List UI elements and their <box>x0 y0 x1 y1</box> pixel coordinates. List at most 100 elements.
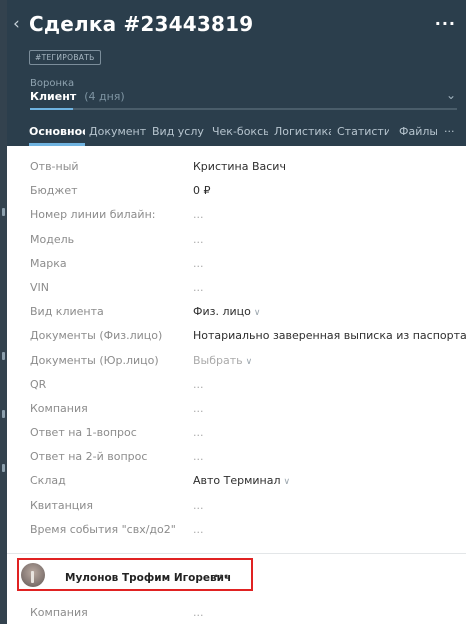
field-value-text: ... <box>193 377 204 391</box>
background-page-strip <box>0 0 7 624</box>
field-select[interactable]: Нотариально заверенная выписка из паспор… <box>193 329 466 342</box>
field-row[interactable]: Вид клиента Физ. лицо ∨ <box>7 297 466 321</box>
field-value-text: ... <box>193 522 204 536</box>
contact-company-row[interactable]: Компания ... <box>7 598 466 622</box>
field-value-text: ... <box>193 208 204 222</box>
field-label: Ответ на 2-й вопрос <box>30 450 148 464</box>
field-row[interactable]: Документы (Физ.лицо) Нотариально заверенн… <box>7 321 466 345</box>
tab-main[interactable]: Основное <box>29 124 85 146</box>
chevron-down-icon: ∨ <box>283 477 291 488</box>
field-value-text: ... <box>193 256 204 270</box>
tag-button[interactable]: #ТЕГИРОВАТЬ <box>29 50 101 65</box>
tab-documents[interactable]: Документы <box>89 124 146 146</box>
deal-header: ‹ Сделка #23443819 ··· #ТЕГИРОВАТЬ Ворон… <box>7 0 466 146</box>
field-row[interactable]: Бюджет 0 ₽ <box>7 176 466 200</box>
strip-marker <box>2 208 5 216</box>
chevron-left-icon[interactable]: ‹ <box>13 16 20 33</box>
field-value[interactable]: ... <box>193 233 204 246</box>
funnel-label: Воронка <box>30 78 75 89</box>
field-label: Бюджет <box>30 184 78 198</box>
field-value-text: ... <box>193 426 204 440</box>
field-value[interactable]: ... <box>193 281 204 294</box>
field-value[interactable]: ... <box>193 426 204 439</box>
field-row[interactable]: Время события "свх/до2"... <box>7 515 466 539</box>
contact-more-icon[interactable]: ··· <box>214 569 229 583</box>
field-label: Вид клиента <box>30 305 104 319</box>
field-label: Время события "свх/до2" <box>30 522 176 536</box>
tabs-more-icon[interactable]: ··· <box>444 124 460 146</box>
field-row[interactable]: Ответ на 2-й вопрос... <box>7 442 466 466</box>
field-row[interactable]: Номер линии билайн:... <box>7 200 466 224</box>
field-value-text: ... <box>193 232 204 246</box>
field-row[interactable]: Отв-ный Кристина Васич <box>7 152 466 176</box>
strip-marker <box>2 352 5 360</box>
field-label: Ответ на 1-вопрос <box>30 426 137 440</box>
field-select[interactable]: Выбрать ∨ <box>193 354 252 367</box>
field-row[interactable]: Марка... <box>7 249 466 273</box>
chevron-down-icon: ∨ <box>253 308 261 319</box>
field-label: Марка <box>30 256 67 270</box>
tab-files[interactable]: Файлы <box>399 124 437 146</box>
field-value-text: Кристина Васич <box>193 160 286 173</box>
field-label: Отв-ный <box>30 160 79 173</box>
deal-card-panel: ‹ Сделка #23443819 ··· #ТЕГИРОВАТЬ Ворон… <box>7 0 466 624</box>
field-label: Склад <box>30 474 66 488</box>
field-row[interactable]: Компания... <box>7 394 466 418</box>
more-dots-icon[interactable]: ··· <box>435 14 456 33</box>
field-row[interactable]: Склад Авто Терминал ∨ <box>7 466 466 490</box>
stage-days: (4 дня) <box>84 90 125 103</box>
field-select[interactable]: Авто Терминал ∨ <box>193 474 290 487</box>
field-value-text: Выбрать <box>193 353 243 367</box>
field-row[interactable]: Документы (Юр.лицо) Выбрать ∨ <box>7 346 466 370</box>
section-divider <box>7 553 466 554</box>
stage-selector[interactable]: Клиент (4 дня) <box>30 90 125 103</box>
field-row[interactable]: Модель... <box>7 225 466 249</box>
field-row[interactable]: Ответ на 1-вопрос... <box>7 418 466 442</box>
field-value-text: Нотариально заверенная выписка из паспор… <box>193 329 466 343</box>
field-value[interactable]: ... <box>193 402 204 415</box>
tab-checkboxes[interactable]: Чек-боксы <box>212 124 268 146</box>
tab-logistics[interactable]: Логистика <box>274 124 331 146</box>
avatar[interactable] <box>21 563 45 587</box>
chevron-down-icon[interactable]: ⌄ <box>446 88 456 102</box>
field-label: Компания <box>30 401 88 415</box>
field-value[interactable]: ... <box>193 257 204 270</box>
field-value[interactable]: ... <box>193 499 204 512</box>
field-label: Квитанция <box>30 498 94 512</box>
field-value[interactable]: 0 ₽ <box>193 184 211 197</box>
deal-title[interactable]: Сделка #23443819 <box>29 12 253 36</box>
field-label: VIN <box>30 280 49 294</box>
stage-progress-fill <box>30 108 73 110</box>
field-value-text: ... <box>193 401 204 415</box>
field-row[interactable]: VIN... <box>7 273 466 297</box>
field-value-text: Авто Терминал <box>193 474 281 488</box>
deal-fields: Отв-ный Кристина Васич Бюджет 0 ₽ Номер лини… <box>7 152 466 539</box>
strip-marker <box>2 410 5 418</box>
stage-progress-bar <box>30 108 457 110</box>
field-value-text: ... <box>193 498 204 512</box>
field-label: QR <box>30 377 47 391</box>
tab-services[interactable]: Вид услуг <box>152 124 204 146</box>
field-value[interactable]: ... <box>193 606 204 619</box>
stage-name: Клиент <box>30 90 77 103</box>
field-value[interactable]: ... <box>193 523 204 536</box>
field-label: Номер линии билайн: <box>30 208 156 222</box>
field-value[interactable]: ... <box>193 450 204 463</box>
field-label: Документы (Физ.лицо) <box>30 329 163 343</box>
field-value-text: ... <box>193 450 204 464</box>
field-value[interactable]: ... <box>193 378 204 391</box>
field-label: Модель <box>30 232 75 246</box>
tab-statistics[interactable]: Статистика <box>337 124 389 146</box>
field-value[interactable]: Кристина Васич <box>193 160 286 173</box>
field-value[interactable]: ... <box>193 208 204 221</box>
field-row[interactable]: Квитанция... <box>7 491 466 515</box>
field-value-text: 0 ₽ <box>193 184 211 198</box>
field-label: Компания <box>30 606 88 619</box>
field-row[interactable]: QR... <box>7 370 466 394</box>
contact-name[interactable]: Мулонов Трофим Игоревич <box>65 572 231 584</box>
field-value-text: Физ. лицо <box>193 305 251 319</box>
field-value-text: ... <box>193 280 204 294</box>
strip-marker <box>2 464 5 472</box>
field-select[interactable]: Физ. лицо ∨ <box>193 305 260 318</box>
chevron-down-icon: ∨ <box>245 356 253 367</box>
